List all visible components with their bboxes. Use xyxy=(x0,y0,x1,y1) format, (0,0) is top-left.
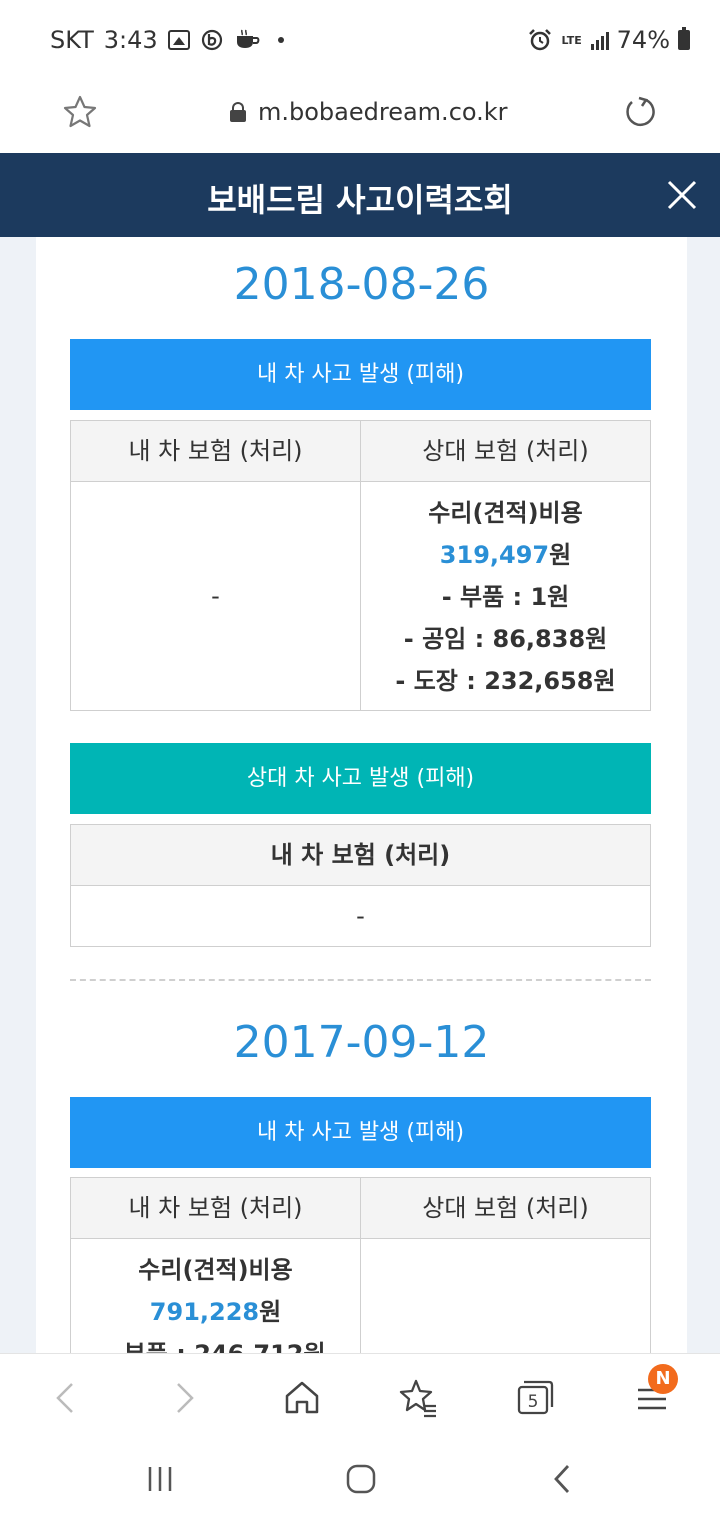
forward-arrow-icon[interactable] xyxy=(162,1376,206,1420)
record-divider xyxy=(70,979,651,981)
record-date: 2018-08-26 xyxy=(233,259,490,310)
other-accident-banner: 상대 차 사고 발생 (피해) xyxy=(70,743,651,814)
my-accident-table: 내 차 보험 (처리) 상대 보험 (처리) - 수리(견적)비용 319,49… xyxy=(70,420,651,711)
table-header-row: 내 차 보험 (처리) xyxy=(71,825,650,886)
signal-icon xyxy=(590,30,609,50)
paint-cost: - 도장 : 232,658원 xyxy=(395,667,616,695)
tabs-count: 5 xyxy=(528,1392,539,1412)
table-row: 수리(견적)비용 791,228원 - 부품 : 246,712원 xyxy=(71,1239,650,1353)
recent-apps-icon[interactable] xyxy=(142,1461,178,1497)
clock: 3:43 xyxy=(103,26,158,54)
parts-cost: - 부품 : 246,712원 xyxy=(71,1333,360,1353)
coffee-icon xyxy=(236,29,260,48)
my-insurance-value: - xyxy=(211,582,220,610)
my-insurance-value: - xyxy=(356,902,365,930)
cost-amount: 319,497 xyxy=(439,541,550,569)
reload-icon[interactable] xyxy=(622,94,658,130)
page-title: 보배드림 사고이력조회 xyxy=(207,181,513,219)
history-card: 2018-08-26 내 차 사고 발생 (피해) 내 차 보험 (처리) 상대… xyxy=(36,237,687,1353)
carrier: SKT xyxy=(50,26,94,54)
cost-line: 791,228원 xyxy=(71,1291,360,1333)
won-unit: 원 xyxy=(549,541,572,569)
cost-amount: 791,228 xyxy=(149,1298,260,1326)
my-accident-banner: 내 차 사고 발생 (피해) xyxy=(70,339,651,410)
col-other-insurance: 상대 보험 (처리) xyxy=(360,421,650,481)
other-insurance-value xyxy=(360,1239,650,1353)
parts-cost: - 부품 : 1원 xyxy=(441,583,570,611)
bookmarks-icon[interactable] xyxy=(396,1376,440,1420)
url-field[interactable]: m.bobaedream.co.kr xyxy=(230,98,508,126)
record-date: 2017-09-12 xyxy=(233,1017,490,1068)
table-header-row: 내 차 보험 (처리) 상대 보험 (처리) xyxy=(71,1178,650,1239)
app-header: 보배드림 사고이력조회 xyxy=(0,153,720,237)
cost-label: 수리(견적)비용 xyxy=(138,1256,293,1284)
table-row: - 수리(견적)비용 319,497원 - 부품 : 1원 - 공임 : 86,… xyxy=(71,482,650,710)
system-nav-bar xyxy=(0,1443,720,1520)
labor-cost: - 공임 : 86,838원 xyxy=(403,625,608,653)
col-my-insurance: 내 차 보험 (처리) xyxy=(71,1178,360,1238)
lock-icon xyxy=(230,102,246,122)
home-button-icon[interactable] xyxy=(343,1461,379,1497)
back-button-icon[interactable] xyxy=(545,1461,581,1497)
network-type: LTE xyxy=(561,33,582,47)
b-app-icon xyxy=(201,29,222,51)
home-icon[interactable] xyxy=(280,1376,324,1420)
gallery-icon xyxy=(167,30,190,50)
browser-toolbar: 5 xyxy=(0,1353,720,1443)
content-area[interactable]: 2018-08-26 내 차 사고 발생 (피해) 내 차 보험 (처리) 상대… xyxy=(0,237,720,1353)
battery-icon xyxy=(678,27,690,50)
status-right: LTE 74% xyxy=(527,26,690,54)
tabs-icon[interactable]: 5 xyxy=(512,1376,556,1420)
close-icon[interactable] xyxy=(662,175,702,215)
status-bar: SKT 3:43 LTE 74% xyxy=(0,0,720,86)
cost-line: 319,497원 xyxy=(361,534,650,576)
my-insurance-value: 수리(견적)비용 791,228원 - 부품 : 246,712원 xyxy=(71,1239,360,1353)
status-left: SKT 3:43 xyxy=(50,26,284,54)
my-accident-table: 내 차 보험 (처리) 상대 보험 (처리) 수리(견적)비용 791,228원… xyxy=(70,1177,651,1353)
bookmark-star-icon[interactable] xyxy=(62,94,98,130)
won-unit: 원 xyxy=(259,1298,282,1326)
table-header-row: 내 차 보험 (처리) 상대 보험 (처리) xyxy=(71,421,650,482)
battery-percent: 74% xyxy=(616,26,670,54)
more-notifications-dot xyxy=(277,37,284,43)
browser-url-bar: m.bobaedream.co.kr xyxy=(0,86,720,153)
cost-label: 수리(견적)비용 xyxy=(428,499,583,527)
my-accident-banner: 내 차 사고 발생 (피해) xyxy=(70,1097,651,1168)
table-row: - xyxy=(71,886,650,946)
other-accident-table: 내 차 보험 (처리) - xyxy=(70,824,651,947)
other-insurance-value: 수리(견적)비용 319,497원 - 부품 : 1원 - 공임 : 86,83… xyxy=(360,482,650,710)
col-my-insurance: 내 차 보험 (처리) xyxy=(71,825,650,885)
menu-badge: N xyxy=(648,1364,678,1394)
url-text: m.bobaedream.co.kr xyxy=(258,98,508,126)
back-arrow-icon[interactable] xyxy=(44,1376,88,1420)
col-other-insurance: 상대 보험 (처리) xyxy=(360,1178,650,1238)
alarm-icon xyxy=(528,29,551,51)
col-my-insurance: 내 차 보험 (처리) xyxy=(71,421,360,481)
